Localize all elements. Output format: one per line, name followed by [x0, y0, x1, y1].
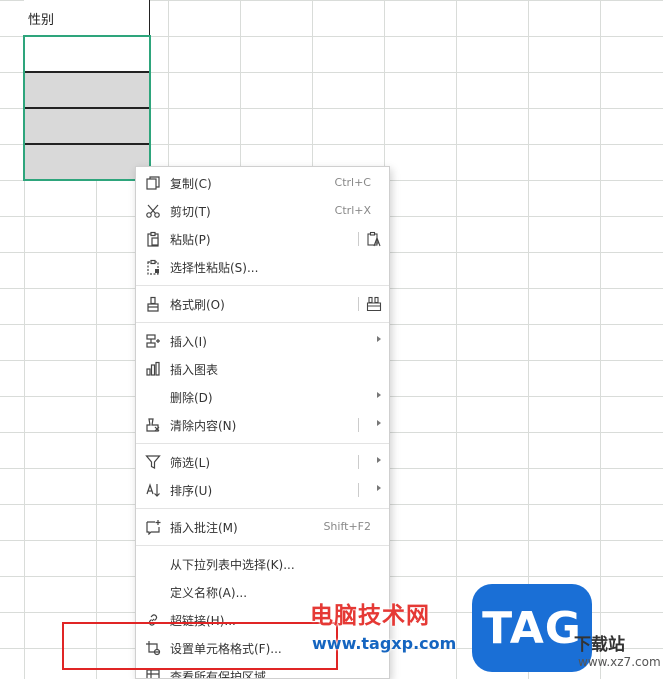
paste-text-icon[interactable] — [365, 230, 383, 248]
menu-item-copy[interactable]: 复制(C) Ctrl+C — [136, 169, 389, 197]
clipboard-icon — [144, 230, 162, 248]
submenu-arrow-icon — [377, 457, 381, 463]
bar-chart-icon — [144, 360, 162, 378]
cell-row-4[interactable] — [24, 108, 150, 144]
submenu-arrow-icon — [377, 336, 381, 342]
protected-range-icon — [144, 667, 162, 678]
cell-row-5[interactable] — [24, 144, 150, 180]
watermark-title: 电脑技术网 — [310, 603, 430, 629]
menu-item-label: 超链接(H)... — [170, 613, 236, 628]
menu-divider — [358, 455, 359, 469]
submenu-arrow-icon — [377, 420, 381, 426]
link-icon — [144, 611, 162, 629]
menu-item-insert-comment[interactable]: 插入批注(M) Shift+F2 — [136, 513, 389, 541]
menu-item-insert-chart[interactable]: 插入图表 — [136, 355, 389, 383]
menu-item-label: 插入批注(M) — [170, 520, 238, 535]
watermark-brand: 下载站 — [574, 635, 625, 655]
cell-row-2[interactable] — [24, 36, 150, 72]
filter-icon — [144, 453, 162, 471]
menu-item-cut[interactable]: 剪切(T) Ctrl+X — [136, 197, 389, 225]
format-painter-icon — [144, 295, 162, 313]
cell-header-gender[interactable]: 性别 — [24, 0, 150, 36]
menu-item-label: 排序(U) — [170, 483, 213, 498]
scissors-icon — [144, 202, 162, 220]
watermark-url: www.tagxp.com — [312, 634, 457, 653]
menu-separator — [136, 322, 389, 323]
menu-item-label: 插入(I) — [170, 334, 207, 349]
sort-icon — [144, 481, 162, 499]
menu-item-insert[interactable]: 插入(I) — [136, 327, 389, 355]
menu-item-label: 定义名称(A)... — [170, 585, 248, 600]
menu-item-label: 选择性粘贴(S)... — [170, 260, 259, 275]
menu-separator — [136, 285, 389, 286]
menu-separator — [136, 443, 389, 444]
menu-item-label: 复制(C) — [170, 176, 212, 191]
watermark-brand-url: www.xz7.com — [578, 655, 661, 669]
menu-item-label: 从下拉列表中选择(K)... — [170, 557, 295, 572]
menu-item-label: 格式刷(O) — [170, 297, 225, 312]
format-painter-multi-icon[interactable] — [365, 295, 383, 313]
insert-rows-icon — [144, 332, 162, 350]
submenu-arrow-icon — [377, 485, 381, 491]
paste-special-icon — [144, 258, 162, 276]
menu-item-filter[interactable]: 筛选(L) — [136, 448, 389, 476]
menu-item-label: 插入图表 — [170, 362, 219, 377]
menu-item-delete[interactable]: 删除(D) — [136, 383, 389, 411]
shortcut-label: Shift+F2 — [323, 520, 371, 533]
comment-add-icon — [144, 518, 162, 536]
submenu-arrow-icon — [377, 392, 381, 398]
tag-logo: TAG — [472, 584, 592, 672]
menu-item-clear-contents[interactable]: 清除内容(N) — [136, 411, 389, 439]
menu-item-paste[interactable]: 粘贴(P) — [136, 225, 389, 253]
eraser-icon — [144, 416, 162, 434]
menu-item-label: 删除(D) — [170, 390, 213, 405]
shortcut-label: Ctrl+C — [334, 176, 371, 189]
menu-item-pick-from-list[interactable]: 从下拉列表中选择(K)... — [136, 550, 389, 578]
menu-item-label: 剪切(T) — [170, 204, 211, 219]
cell-row-3[interactable] — [24, 72, 150, 108]
menu-item-format-painter[interactable]: 格式刷(O) — [136, 290, 389, 318]
shortcut-label: Ctrl+X — [334, 204, 371, 217]
menu-item-sort[interactable]: 排序(U) — [136, 476, 389, 504]
menu-divider — [358, 483, 359, 497]
menu-separator — [136, 545, 389, 546]
menu-item-paste-special[interactable]: 选择性粘贴(S)... — [136, 253, 389, 281]
menu-item-label: 筛选(L) — [170, 455, 211, 470]
menu-item-label: 粘贴(P) — [170, 232, 211, 247]
format-cells-icon — [144, 639, 162, 657]
menu-item-label: 设置单元格格式(F)... — [170, 641, 282, 656]
menu-separator — [136, 508, 389, 509]
menu-item-label: 清除内容(N) — [170, 418, 237, 433]
menu-divider — [358, 297, 359, 311]
menu-divider — [358, 232, 359, 246]
menu-item-label: 查看所有保护区域 — [170, 669, 267, 679]
copy-icon — [144, 174, 162, 192]
menu-divider — [358, 418, 359, 432]
menu-item-view-protected-ranges[interactable]: 查看所有保护区域 — [136, 662, 389, 679]
